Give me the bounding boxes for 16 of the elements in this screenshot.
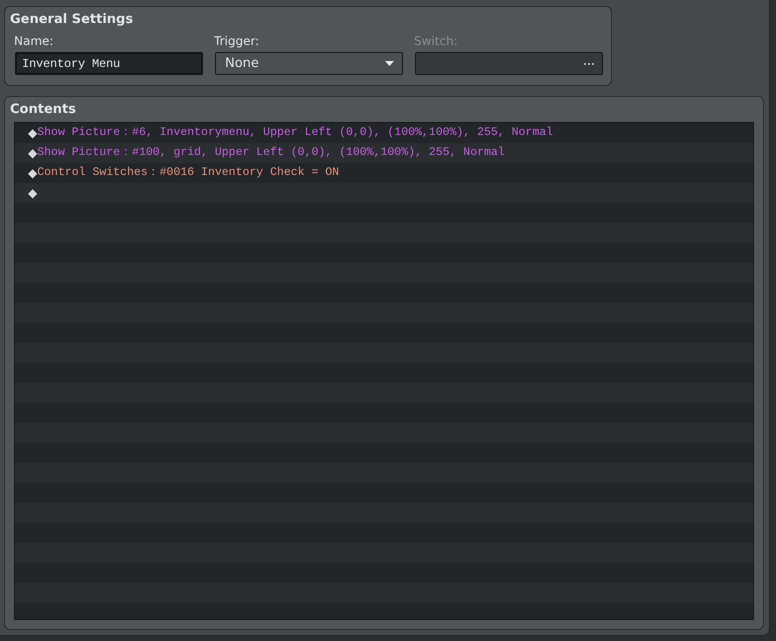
diamond-marker: ◆ — [28, 166, 38, 180]
diamond-marker: ◆ — [28, 126, 38, 140]
switch-picker[interactable] — [415, 52, 603, 75]
panel-title: General Settings — [10, 12, 134, 28]
command-text: Show Picture：#100, grid, Upper Left (0,0), (100%,100%), 255, Normal — [37, 146, 505, 160]
trigger-dropdown[interactable]: None — [215, 52, 403, 75]
command-text: Control Switches：#0016 Inventory Check = ON — [37, 166, 340, 180]
field-label: Trigger: — [214, 34, 260, 48]
panel-title: Contents — [10, 102, 76, 118]
field-label: Name: — [14, 34, 54, 48]
caret-icon — [385, 61, 394, 66]
field-label: Switch: — [414, 34, 458, 48]
diamond-marker: ◆ — [28, 186, 38, 200]
diamond-marker: ◆ — [28, 146, 38, 160]
command-text: Show Picture：#6, Inventorymenu, Upper Left (0,0), (100%,100%), 255, Normal — [37, 126, 554, 140]
name-input[interactable]: Inventory Menu — [15, 52, 203, 75]
